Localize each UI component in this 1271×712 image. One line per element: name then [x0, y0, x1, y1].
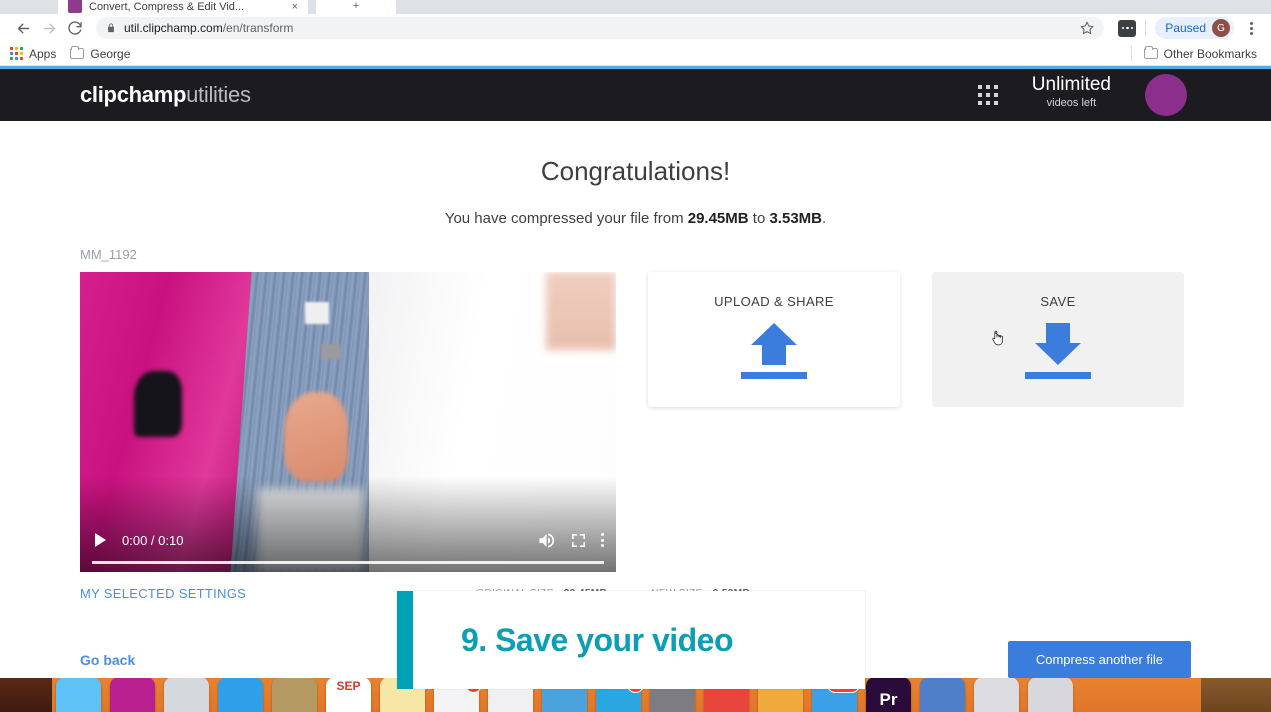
more-options-icon[interactable]: [601, 533, 604, 547]
summary-suffix: .: [822, 210, 827, 227]
dock-icon-safari[interactable]: [218, 678, 263, 712]
dock-icon-skype[interactable]: [920, 678, 965, 712]
page-viewport: clipchamputilities Unlimited videos left…: [0, 66, 1271, 678]
new-tab-button[interactable]: +: [316, 0, 396, 14]
summary-mid: to: [748, 210, 770, 227]
star-icon[interactable]: [1080, 21, 1094, 35]
dock-icon-trash[interactable]: [1028, 678, 1073, 712]
dock-icon-finder[interactable]: [56, 678, 101, 712]
quota-block: Unlimited videos left: [1031, 73, 1111, 110]
caption-accent-bar: [397, 591, 413, 689]
action-cards: UPLOAD & SHARE SAVE: [648, 272, 1184, 407]
back-button[interactable]: [10, 15, 36, 41]
summary-new-size: 3.53MB: [769, 210, 822, 227]
file-name: MM_1192: [80, 247, 137, 262]
dock-icon-glyph: SEP: [336, 679, 361, 693]
dock-left-shadow: [0, 678, 52, 712]
browser-toolbar: util.clipchamp.com/en/transform Paused G: [0, 14, 1271, 42]
plus-icon: +: [352, 0, 360, 12]
bookmark-apps-label: Apps: [29, 46, 57, 61]
arrow-down-shape: [1035, 323, 1081, 365]
bookmarks-right-group: Other Bookmarks: [1130, 46, 1261, 61]
arrow-up-shape: [751, 323, 797, 365]
close-icon[interactable]: ×: [292, 1, 298, 13]
compress-another-file-button[interactable]: Compress another file: [1007, 641, 1191, 678]
url-path: /en/transform: [222, 21, 294, 35]
user-avatar[interactable]: [1145, 74, 1187, 116]
quota-value: Unlimited: [1031, 73, 1111, 95]
folder-icon: [1143, 46, 1158, 59]
address-bar[interactable]: util.clipchamp.com/en/transform: [96, 17, 1105, 39]
bookmarks-bar: Apps George Other Bookmarks: [0, 42, 1271, 66]
upload-card-label: UPLOAD & SHARE: [714, 294, 834, 309]
mouse-pointer-icon: [990, 330, 1006, 348]
caption-overlay: 9. Save your video: [397, 591, 865, 689]
arrow-baseline: [1025, 372, 1091, 379]
video-time: 0:00 / 0:10: [122, 532, 184, 548]
reload-button[interactable]: [62, 15, 88, 41]
my-selected-settings-link[interactable]: MY SELECTED SETTINGS: [80, 586, 246, 601]
clipchamp-favicon: [68, 0, 82, 13]
bookmark-other[interactable]: Other Bookmarks: [1143, 46, 1257, 61]
save-card[interactable]: SAVE: [932, 272, 1184, 407]
grid-menu-icon[interactable]: [977, 85, 998, 105]
video-progress-bar[interactable]: [92, 561, 604, 564]
folder-icon: [70, 46, 85, 59]
save-card-label: SAVE: [1040, 294, 1076, 309]
logo-light: utilities: [186, 82, 251, 107]
result-row: 0:00 / 0:10 UPLOAD & SHARE SAVE: [80, 272, 1191, 572]
arrow-baseline: [741, 372, 807, 379]
lock-icon: [106, 22, 116, 34]
compression-summary: You have compressed your file from 29.45…: [80, 210, 1191, 227]
clipchamp-logo[interactable]: clipchamputilities: [80, 82, 251, 108]
bookmark-folder-label: George: [90, 46, 131, 61]
profile-paused-pill[interactable]: Paused G: [1155, 17, 1234, 39]
tab-strip: Convert, Compress & Edit Vid... × +: [0, 0, 1271, 14]
url-text: util.clipchamp.com/en/transform: [124, 21, 293, 35]
profile-avatar: G: [1212, 19, 1230, 37]
screen-root: Convert, Compress & Edit Vid... × + util…: [0, 0, 1271, 712]
page-title: Congratulations!: [540, 156, 731, 186]
dock-icon-glyph: Pr: [879, 689, 898, 709]
forward-button[interactable]: [36, 15, 62, 41]
summary-prefix: You have compressed your file from: [444, 210, 688, 227]
dock-icon-calendar[interactable]: SEP: [326, 678, 371, 712]
dock-icon-documents-stack[interactable]: [974, 678, 1019, 712]
download-arrow-icon: [1025, 323, 1091, 379]
dock-icon-premiere-pro[interactable]: Pr: [866, 678, 911, 712]
quota-label: videos left: [1046, 97, 1097, 110]
logo-bold: clipchamp: [80, 82, 187, 107]
dock-icon-contacts[interactable]: [272, 678, 317, 712]
dock-right-shadow: [1201, 678, 1271, 712]
upload-arrow-icon: [741, 323, 807, 379]
profile-status-label: Paused: [1165, 21, 1206, 35]
site-header: clipchamputilities Unlimited videos left: [0, 69, 1271, 121]
header-right-group: Unlimited videos left: [977, 73, 1187, 116]
extension-icon[interactable]: [1118, 19, 1137, 37]
fullscreen-icon[interactable]: [570, 532, 587, 549]
upload-and-share-card[interactable]: UPLOAD & SHARE: [648, 272, 900, 407]
other-bookmarks-label: Other Bookmarks: [1163, 46, 1257, 61]
bookmarks-divider: [1130, 46, 1132, 61]
browser-menu-icon[interactable]: [1241, 21, 1261, 35]
video-controls-row: 0:00 / 0:10: [92, 523, 604, 557]
tab-title: Convert, Compress & Edit Vid...: [89, 1, 245, 13]
dock-icon-mail-app[interactable]: [164, 678, 209, 712]
play-icon[interactable]: [92, 532, 108, 548]
dock-icon-music[interactable]: [110, 678, 155, 712]
bookmark-folder-george[interactable]: George: [70, 46, 131, 61]
toolbar-divider: [1145, 20, 1147, 36]
volume-icon[interactable]: [537, 531, 556, 550]
apps-grid-icon: [10, 47, 23, 60]
video-player[interactable]: 0:00 / 0:10: [80, 272, 616, 572]
url-domain: util.clipchamp.com: [124, 21, 223, 35]
video-controls: 0:00 / 0:10: [80, 512, 616, 572]
go-back-link[interactable]: Go back: [80, 652, 135, 668]
browser-tab-active[interactable]: Convert, Compress & Edit Vid... ×: [58, 0, 308, 14]
bookmark-apps[interactable]: Apps: [10, 47, 56, 61]
caption-text: 9. Save your video: [461, 621, 734, 658]
summary-original-size: 29.45MB: [687, 210, 749, 227]
